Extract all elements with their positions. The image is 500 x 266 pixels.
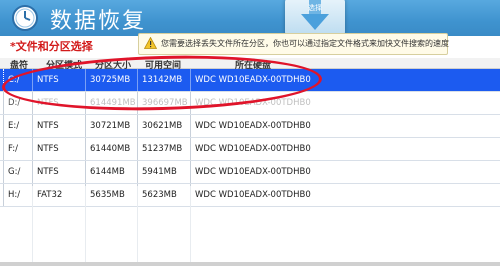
cell-drive: F:/ [3, 138, 32, 160]
app-header: 数据恢复 选择 [0, 0, 500, 36]
table-row[interactable]: E:/ NTFS 30721MB 30621MB WDC WD10EADX-00… [0, 115, 500, 138]
app-title: 数据恢复 [50, 9, 147, 34]
select-button-label: 选择 [308, 3, 322, 12]
cell-disk: WDC WD10EADX-00TDHB0 [190, 138, 500, 160]
tip-text: 您需要选择丢失文件所在分区，你也可以通过指定文件格式来加快文件搜索的速度 [161, 39, 449, 48]
section-title: *文件和分区选择 [10, 40, 93, 53]
column-divider [190, 186, 191, 266]
cell-fs: NTFS [32, 115, 85, 137]
tip-box: 您需要选择丢失文件所在分区，你也可以通过指定文件格式来加快文件搜索的速度 [138, 33, 449, 55]
cell-free: 5941MB [137, 161, 190, 183]
column-divider [137, 186, 138, 266]
table-empty-area [0, 186, 500, 266]
cell-disk: WDC WD10EADX-00TDHB0 [190, 115, 500, 137]
cell-free: 51237MB [137, 138, 190, 160]
table-row[interactable]: G:/ NTFS 6144MB 5941MB WDC WD10EADX-00TD… [0, 161, 500, 184]
cell-size: 6144MB [85, 161, 137, 183]
cell-drive: E:/ [3, 115, 32, 137]
download-arrow-icon: 选择 [301, 0, 329, 30]
cell-size: 30721MB [85, 115, 137, 137]
table-row[interactable]: F:/ NTFS 61440MB 51237MB WDC WD10EADX-00… [0, 138, 500, 161]
bottom-border [0, 262, 500, 266]
cell-fs: NTFS [32, 138, 85, 160]
cell-free: 30621MB [137, 115, 190, 137]
column-divider [85, 186, 86, 266]
column-divider [32, 186, 33, 266]
cell-drive: G:/ [3, 161, 32, 183]
cell-disk: WDC WD10EADX-00TDHB0 [190, 161, 500, 183]
clock-logo-icon [12, 5, 38, 31]
cell-size: 61440MB [85, 138, 137, 160]
cell-fs: NTFS [32, 161, 85, 183]
warning-icon [144, 37, 157, 49]
select-button[interactable]: 选择 [285, 0, 345, 36]
